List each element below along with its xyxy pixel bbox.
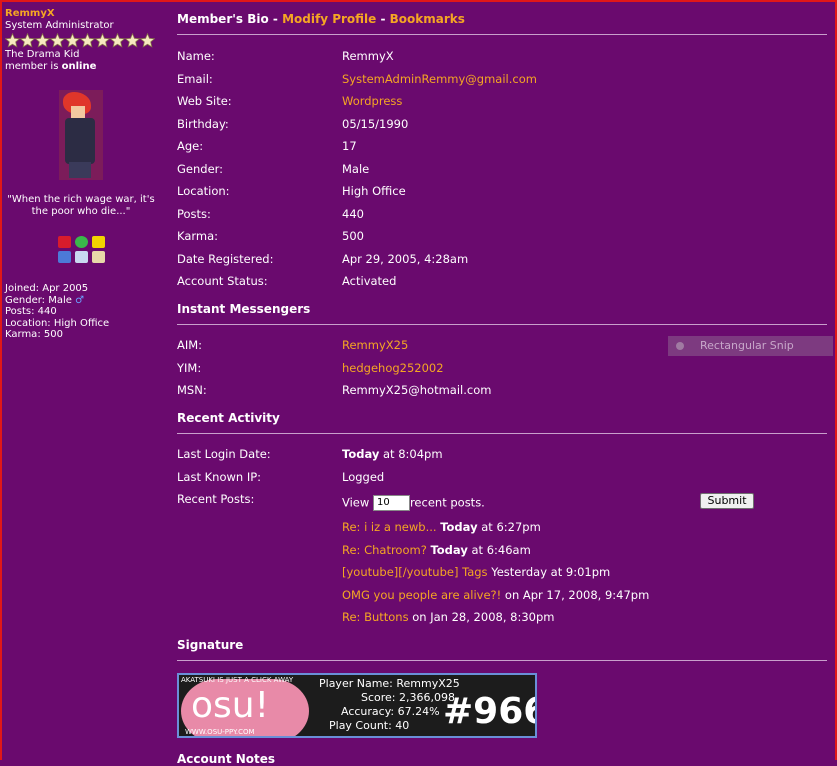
star-icon [20,33,35,48]
recent-post-link[interactable]: [youtube][/youtube] Tags [342,565,488,579]
star-icon [95,33,110,48]
bio-row-posts-value: 440 [342,206,364,221]
bio-row-name-value: RemmyX [342,49,394,63]
recent-post-link[interactable]: Re: Buttons [342,610,409,624]
im-row-yim-value[interactable]: hedgehog252002 [342,361,444,375]
bio-header: Member's Bio - Modify Profile - Bookmark… [177,12,827,35]
star-icon [125,33,140,48]
rectangular-snip-overlay[interactable]: Rectangular Snip [668,336,833,356]
sidebar-custom-title: The Drama Kid [5,49,80,60]
avatar [59,90,103,180]
messengers-title: Instant Messengers [177,302,827,325]
star-icon [50,33,65,48]
personal-text: "When the rich wage war, it's the poor w… [7,194,155,217]
recent-posts-count-input[interactable]: 10 [372,495,410,511]
bio-row-email-value[interactable]: SystemAdminRemmy@gmail.com [342,72,537,86]
recent-post-link[interactable]: OMG you people are alive?! [342,588,501,602]
yahoo-icon[interactable] [57,236,71,248]
recent-post-link[interactable]: Re: Chatroom? [342,543,427,557]
activity-title: Recent Activity [177,411,827,434]
modify-profile-link[interactable]: Modify Profile [282,12,376,26]
bio-row-date-registered-value: Apr 29, 2005, 4:28am [342,251,469,266]
star-icon [65,33,80,48]
msn-icon[interactable] [74,236,88,248]
male-icon: ♂ [75,294,85,306]
sidebar-username[interactable]: RemmyX [5,8,157,20]
rank-stars [5,33,157,49]
online-status: member is online [5,61,97,72]
user-sidebar: RemmyX System Administrator The Drama Ki… [5,8,157,341]
star-icon [110,33,125,48]
bio-row-web-site-value[interactable]: Wordpress [342,94,402,108]
star-icon [140,33,155,48]
im-row-aim-value[interactable]: RemmyX25 [342,338,408,352]
signature-title: Signature [177,638,827,661]
recent-post-link[interactable]: Re: i iz a newb... [342,520,437,534]
bio-row-age-value: 17 [342,139,357,153]
online-status-value: online [61,61,97,72]
bio-row-location-value: High Office [342,184,406,198]
osu-logo: osu! [191,685,270,726]
contact-icons [5,236,157,263]
website-icon[interactable] [57,251,71,263]
submit-button[interactable]: Submit [700,493,754,509]
star-icon [35,33,50,48]
pm-icon[interactable] [91,251,105,263]
account-notes-title: Account Notes [177,752,276,766]
rank-number: #966 [443,691,535,732]
sidebar-role: System Administrator [5,20,114,31]
bio-row-birthday-value: 05/15/1990 [342,116,409,131]
bio-row-gender-value: Male [342,161,370,176]
aim-icon[interactable] [91,236,105,248]
snip-icon [676,342,684,350]
star-icon [5,33,20,48]
star-icon [80,33,95,48]
im-row-msn-value: RemmyX25@hotmail.com [342,383,492,397]
email-icon[interactable] [74,251,88,263]
bookmarks-link[interactable]: Bookmarks [390,12,465,26]
sidebar-stats: Joined: Apr 2005 Gender: Male ♂ Posts: 4… [5,283,110,340]
bio-row-karma-value: 500 [342,229,364,243]
signature-banner: AKATSUKI IS JUST A CLICK AWAY osu! WWW.O… [177,673,537,738]
bio-row-account-status-value: Activated [342,274,397,288]
